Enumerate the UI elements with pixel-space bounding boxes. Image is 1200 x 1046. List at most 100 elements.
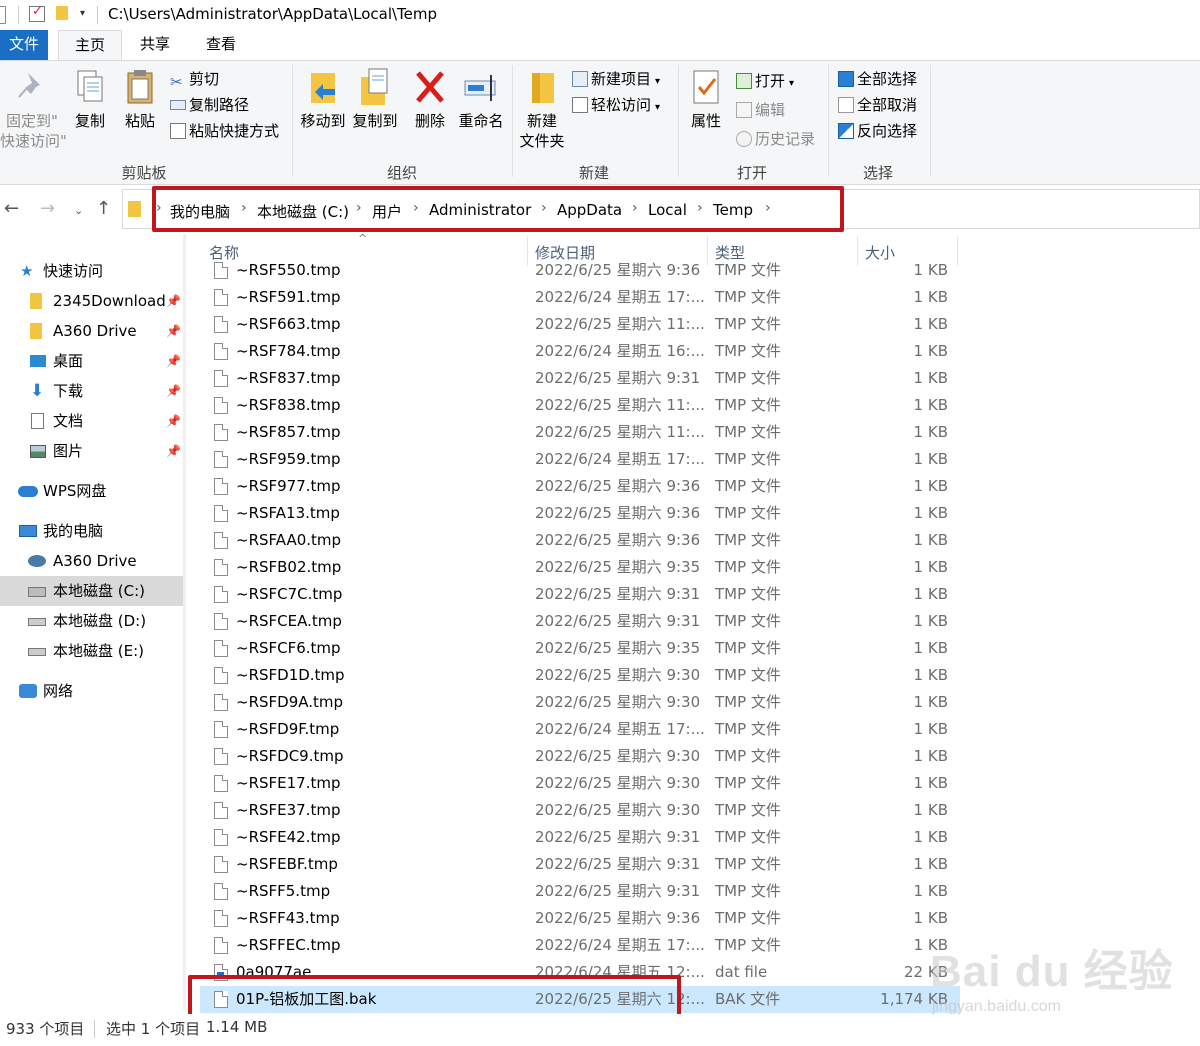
move-to-button[interactable]: 移动到 [298, 67, 348, 131]
file-row[interactable]: ~RSF857.tmp 2022/6/25 星期六 11:... TMP 文件 1 K… [200, 419, 960, 446]
column-header-size[interactable]: 大小 [865, 242, 895, 263]
file-row[interactable]: ~RSF837.tmp 2022/6/25 星期六 9:31 TMP 文件 1 KB [200, 365, 960, 392]
forward-arrow-icon[interactable]: → [40, 198, 55, 219]
file-row[interactable]: ~RSF959.tmp 2022/6/24 星期五 17:... TMP 文件 1 K… [200, 446, 960, 473]
recent-locations-chevron-icon[interactable]: ⌄ [74, 204, 83, 217]
open-button[interactable]: 打开 ▾ [736, 69, 794, 93]
copy-path-label: 复制路径 [189, 96, 250, 114]
file-row[interactable]: ~RSFD9A.tmp 2022/6/25 星期六 9:30 TMP 文件 1 KB [200, 689, 960, 716]
nav-pc-a360-drive[interactable]: A360 Drive [0, 546, 183, 576]
tab-view[interactable]: 查看 [196, 30, 246, 60]
file-row[interactable]: ~RSF550.tmp 2022/6/25 星期六 9:36 TMP 文件 1 KB [200, 262, 960, 284]
edit-button[interactable]: 编辑 [736, 98, 785, 122]
file-row[interactable]: ~RSFF5.tmp 2022/6/25 星期六 9:31 TMP 文件 1 KB [200, 878, 960, 905]
document-icon [31, 413, 44, 429]
properties-button[interactable]: 属性 [684, 67, 728, 131]
copy-to-button[interactable]: 复制到 [350, 67, 400, 131]
nav-drive-d[interactable]: 本地磁盘 (D:) [0, 606, 183, 636]
group-separator [930, 65, 931, 177]
file-name: ~RSFCF6.tmp [236, 639, 341, 657]
nav-item-documents[interactable]: 文档 📌 [0, 406, 183, 436]
folder-icon [30, 323, 42, 339]
invert-selection-button[interactable]: 反向选择 [838, 119, 917, 143]
nav-item-2345download[interactable]: 2345Download 📌 [0, 286, 183, 316]
customize-toolbar-icon[interactable]: ▾ [80, 8, 85, 26]
file-row[interactable]: ~RSFD1D.tmp 2022/6/25 星期六 9:30 TMP 文件 1 KB [200, 662, 960, 689]
file-size: 1 KB [913, 531, 948, 549]
copy-path-button[interactable]: 复制路径 [170, 93, 249, 117]
nav-drive-e[interactable]: 本地磁盘 (E:) [0, 636, 183, 666]
file-row[interactable]: ~RSFDC9.tmp 2022/6/25 星期六 9:30 TMP 文件 1 KB [200, 743, 960, 770]
up-arrow-icon[interactable]: ↑ [96, 198, 111, 219]
pin-to-quick-access-button[interactable]: 固定到" 快速访问" [0, 67, 67, 151]
history-button[interactable]: 历史记录 [736, 127, 815, 151]
nav-item-desktop[interactable]: 桌面 📌 [0, 346, 183, 376]
new-folder-quick-icon[interactable] [56, 6, 68, 20]
file-row[interactable]: ~RSFB02.tmp 2022/6/25 星期六 9:35 TMP 文件 1 KB [200, 554, 960, 581]
delete-button[interactable]: 删除 [410, 67, 450, 131]
new-folder-button[interactable]: 新建 文件夹 [516, 67, 568, 151]
pin-icon[interactable]: 📌 [166, 436, 181, 466]
pin-icon[interactable]: 📌 [166, 316, 181, 346]
file-date: 2022/6/25 星期六 9:36 [535, 909, 701, 927]
file-row[interactable]: ~RSFF43.tmp 2022/6/25 星期六 9:36 TMP 文件 1 KB [200, 905, 960, 932]
pin-icon[interactable]: 📌 [166, 346, 181, 376]
column-header-date[interactable]: 修改日期 [535, 242, 595, 263]
file-row[interactable]: ~RSFE37.tmp 2022/6/25 星期六 9:30 TMP 文件 1 KB [200, 797, 960, 824]
pin-icon [14, 67, 50, 107]
pin-icon[interactable]: 📌 [166, 286, 181, 316]
file-row[interactable]: ~RSF977.tmp 2022/6/25 星期六 9:36 TMP 文件 1 KB [200, 473, 960, 500]
nav-item-pictures[interactable]: 图片 📌 [0, 436, 183, 466]
file-icon [214, 478, 228, 495]
nav-this-pc[interactable]: 我的电脑 [0, 516, 183, 546]
select-all-button[interactable]: 全部选择 [838, 67, 917, 91]
copy-button[interactable]: 复制 [70, 67, 110, 131]
rename-button[interactable]: 重命名 [456, 67, 506, 131]
nav-wps-cloud[interactable]: WPS网盘 [0, 476, 183, 506]
cut-button[interactable]: ✂ 剪切 [170, 67, 219, 91]
file-row[interactable]: ~RSFC7C.tmp 2022/6/25 星期六 9:31 TMP 文件 1 KB [200, 581, 960, 608]
file-row[interactable]: ~RSFCF6.tmp 2022/6/25 星期六 9:35 TMP 文件 1 KB [200, 635, 960, 662]
file-row[interactable]: ~RSFAA0.tmp 2022/6/25 星期六 9:36 TMP 文件 1 KB [200, 527, 960, 554]
file-name: ~RSFCEA.tmp [236, 612, 342, 630]
file-row[interactable]: ~RSFE42.tmp 2022/6/25 星期六 9:31 TMP 文件 1 KB [200, 824, 960, 851]
file-size: 1 KB [913, 639, 948, 657]
file-row[interactable]: ~RSF591.tmp 2022/6/24 星期五 17:... TMP 文件 1 K… [200, 284, 960, 311]
file-name: ~RSFE37.tmp [236, 801, 341, 819]
file-row[interactable]: ~RSFE17.tmp 2022/6/25 星期六 9:30 TMP 文件 1 KB [200, 770, 960, 797]
file-row[interactable]: ~RSFD9F.tmp 2022/6/24 星期五 17:... TMP 文件 1 K… [200, 716, 960, 743]
paste-button[interactable]: 粘贴 [120, 67, 160, 131]
tab-home[interactable]: 主页 [58, 30, 122, 60]
file-row[interactable]: ~RSF838.tmp 2022/6/25 星期六 11:... TMP 文件 1 K… [200, 392, 960, 419]
pin-icon[interactable]: 📌 [166, 406, 181, 436]
properties-quick-icon[interactable]: ✓ [29, 4, 45, 22]
paste-shortcut-button[interactable]: 粘贴快捷方式 [170, 119, 279, 143]
file-icon [214, 343, 228, 360]
file-row[interactable]: ~RSFA13.tmp 2022/6/25 星期六 9:36 TMP 文件 1 KB [200, 500, 960, 527]
pin-icon[interactable]: 📌 [166, 376, 181, 406]
nav-drive-c[interactable]: 本地磁盘 (C:) [0, 576, 183, 606]
tab-share[interactable]: 共享 [130, 30, 180, 60]
file-row[interactable]: ~RSF784.tmp 2022/6/24 星期五 16:... TMP 文件 1 K… [200, 338, 960, 365]
file-row[interactable]: ~RSF663.tmp 2022/6/25 星期六 11:... TMP 文件 1 K… [200, 311, 960, 338]
file-row[interactable]: ~RSFEBF.tmp 2022/6/25 星期六 9:31 TMP 文件 1 KB [200, 851, 960, 878]
file-icon [214, 775, 228, 792]
nav-pane-scrollbar[interactable] [183, 234, 186, 1010]
file-row[interactable]: ~RSFCEA.tmp 2022/6/25 星期六 9:31 TMP 文件 1 KB [200, 608, 960, 635]
nav-network[interactable]: 网络 [0, 676, 183, 706]
file-type: TMP 文件 [715, 801, 781, 819]
column-header-type[interactable]: 类型 [715, 242, 745, 263]
file-name: ~RSFFEC.tmp [236, 936, 341, 954]
nav-item-downloads[interactable]: ⬇ 下载 📌 [0, 376, 183, 406]
tab-file[interactable]: 文件 [0, 30, 48, 60]
nav-quick-access[interactable]: ★ 快速访问 [0, 256, 183, 286]
selected-size: 1.14 MB [206, 1018, 268, 1036]
new-item-button[interactable]: 新建项目 ▾ [572, 67, 660, 91]
easy-access-button[interactable]: 轻松访问 ▾ [572, 93, 660, 117]
nav-item-label: 2345Download [53, 292, 166, 310]
select-none-button[interactable]: 全部取消 [838, 93, 917, 117]
column-header-name[interactable]: 名称 [209, 242, 239, 263]
back-arrow-icon[interactable]: ← [4, 198, 19, 219]
nav-item-a360-drive[interactable]: A360 Drive 📌 [0, 316, 183, 346]
file-row[interactable]: ~RSFFEC.tmp 2022/6/24 星期五 17:... TMP 文件 1 K… [200, 932, 960, 959]
